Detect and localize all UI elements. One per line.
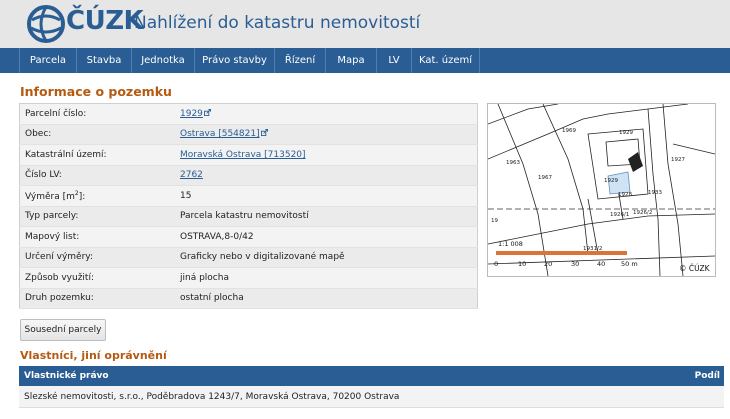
map-copyright: © ČÚZK <box>679 264 711 273</box>
row-label: Katastrální území: <box>19 144 175 166</box>
scale-tick-label: 10 <box>518 260 526 268</box>
map-scale-label: 1:1 008 <box>498 240 523 248</box>
column-header-share: Podíl <box>694 371 720 381</box>
scale-tick-label: 20 <box>544 260 552 268</box>
municipality-link[interactable]: Ostrava [554821] <box>180 129 260 139</box>
cuzk-globe-logo-icon[interactable] <box>26 4 66 44</box>
row-value: jiná plocha <box>175 267 478 289</box>
lv-number-link[interactable]: 2762 <box>180 170 203 180</box>
map-parcel-label: 1933 <box>648 190 662 196</box>
nav-item-lv[interactable]: LV <box>376 48 411 73</box>
map-scale-bar: 1:1 008 0 10 20 30 40 50 m <box>494 240 638 268</box>
map-parcel-label: 1967 <box>538 175 552 181</box>
column-header-right: Vlastnické právo <box>24 371 109 381</box>
cadastral-area-link[interactable]: Moravská Ostrava [713520] <box>180 150 306 160</box>
row-value: Ostrava [554821] <box>175 124 478 145</box>
owners-title: Vlastníci, jiní oprávnění <box>20 349 167 362</box>
table-row: Druh pozemku: ostatní plocha <box>19 288 478 309</box>
row-value: 1929 <box>175 103 478 125</box>
table-row: Číslo LV: 2762 <box>19 165 478 186</box>
area-label-suffix: ]: <box>78 191 86 202</box>
map-parcel-label: 1926/1 <box>610 212 629 218</box>
cadastral-map[interactable]: 1929 1929 1928 1927 1933 1926/1 1926/2 1… <box>487 103 716 277</box>
nav-item-stavba[interactable]: Stavba <box>76 48 131 73</box>
map-drawing: 1929 1929 1928 1927 1933 1926/1 1926/2 1… <box>488 104 715 276</box>
row-label: Typ parcely: <box>19 206 175 227</box>
table-row: Obec: Ostrava [554821] <box>19 124 478 145</box>
owners-table: Vlastnické právo Podíl Slezské nemovitos… <box>19 366 724 408</box>
owner-name: Slezské nemovitosti, s.r.o., Poděbradova… <box>24 392 400 402</box>
nav-item-rizeni[interactable]: Řízení <box>274 48 325 73</box>
row-value: 15 <box>175 185 478 207</box>
scale-tick-label: 40 <box>597 260 605 268</box>
nav-item-kat-uzemi[interactable]: Kat. území <box>411 48 480 73</box>
scale-tick-label: 50 m <box>621 260 638 268</box>
row-label: Druh pozemku: <box>19 288 175 309</box>
row-label: Mapový list: <box>19 226 175 248</box>
row-value: Parcela katastru nemovitostí <box>175 206 478 227</box>
section-title: Informace o pozemku <box>20 84 172 99</box>
table-row: Mapový list: OSTRAVA,8-0/42 <box>19 226 478 248</box>
row-value: Moravská Ostrava [713520] <box>175 144 478 166</box>
map-parcel-label: 1929 <box>604 178 618 184</box>
row-label: Způsob využití: <box>19 267 175 289</box>
header-bar: ČÚZK Nahlížení do katastru nemovitostí <box>0 0 730 48</box>
table-row: Typ parcely: Parcela katastru nemovitost… <box>19 206 478 227</box>
row-value: ostatní plocha <box>175 288 478 309</box>
external-link-icon[interactable] <box>203 108 211 116</box>
nav-item-jednotka[interactable]: Jednotka <box>131 48 194 73</box>
owners-table-header: Vlastnické právo Podíl <box>19 366 724 386</box>
row-value: OSTRAVA,8-0/42 <box>175 226 478 248</box>
table-row: Katastrální území: Moravská Ostrava [713… <box>19 144 478 166</box>
map-parcel-label: 1926/2 <box>633 210 652 216</box>
map-parcel-label: 1928 <box>618 192 632 198</box>
row-label: Obec: <box>19 124 175 145</box>
parcel-number-link[interactable]: 1929 <box>180 109 203 119</box>
row-value: Graficky nebo v digitalizované mapě <box>175 247 478 268</box>
parcel-info-table: Parcelní číslo: 1929 Obec: Ostrava [5548… <box>19 103 478 309</box>
row-label: Určení výměry: <box>19 247 175 268</box>
logo-text[interactable]: ČÚZK <box>66 6 144 36</box>
nav-item-pravo-stavby[interactable]: Právo stavby <box>194 48 274 73</box>
row-value: 2762 <box>175 165 478 186</box>
app-title: Nahlížení do katastru nemovitostí <box>134 13 421 33</box>
table-row: Výměra [m2]: 15 <box>19 185 478 207</box>
map-parcel-label: 1929 <box>619 130 633 136</box>
nav-item-parcela[interactable]: Parcela <box>19 48 76 73</box>
scale-tick-label: 0 <box>494 260 498 268</box>
map-parcel-label: 19 <box>491 218 498 224</box>
row-label: Parcelní číslo: <box>19 103 175 125</box>
table-row: Způsob využití: jiná plocha <box>19 267 478 289</box>
scale-tick-label: 30 <box>571 260 579 268</box>
row-label: Výměra [m2]: <box>19 185 175 207</box>
map-parcel-label: 1969 <box>562 128 576 134</box>
table-row: Parcelní číslo: 1929 <box>19 103 478 125</box>
nav-item-mapa[interactable]: Mapa <box>325 48 376 73</box>
table-row: Určení výměry: Graficky nebo v digitaliz… <box>19 247 478 268</box>
main-nav: Parcela Stavba Jednotka Právo stavby Říz… <box>0 48 730 73</box>
area-label-prefix: Výměra [m <box>25 191 75 202</box>
table-row: Slezské nemovitosti, s.r.o., Poděbradova… <box>19 386 724 408</box>
map-parcel-label: 1927 <box>671 157 685 163</box>
external-link-icon[interactable] <box>260 129 268 137</box>
map-parcel-label: 1963 <box>506 160 520 166</box>
row-label: Číslo LV: <box>19 165 175 186</box>
neighbor-parcels-button[interactable]: Sousední parcely <box>20 319 106 341</box>
